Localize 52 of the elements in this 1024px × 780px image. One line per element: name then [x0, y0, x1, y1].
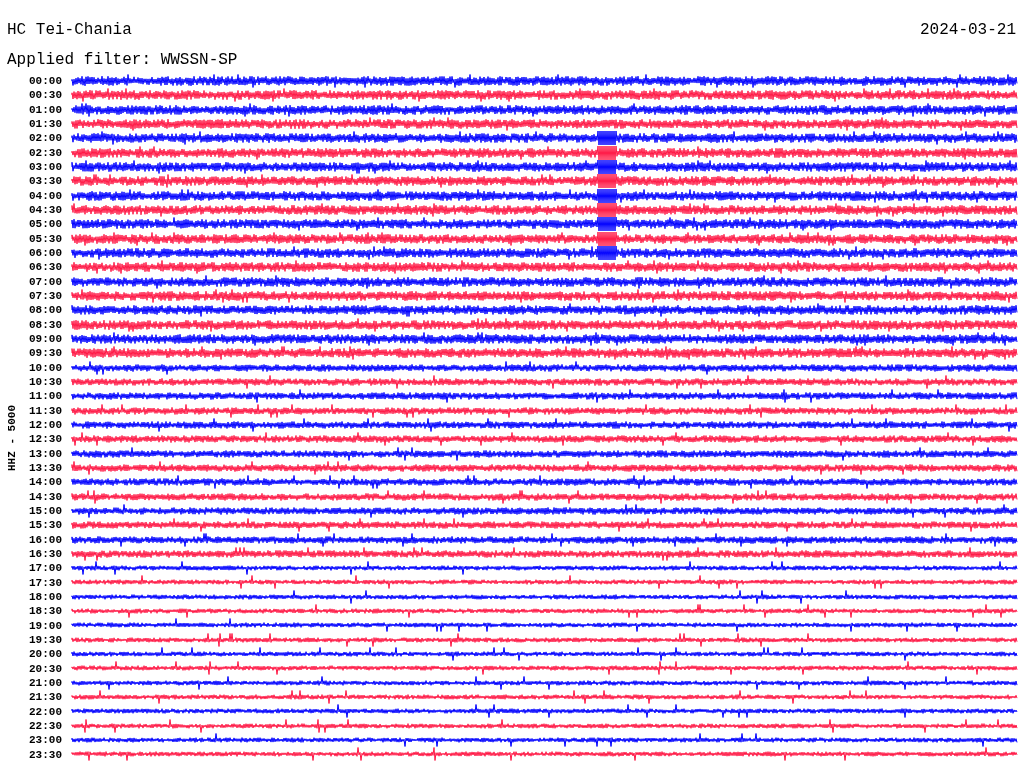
- time-label: 07:30: [28, 289, 62, 304]
- time-label: 11:30: [28, 403, 62, 418]
- time-label: 20:00: [28, 647, 62, 662]
- time-label: 23:30: [28, 747, 62, 762]
- time-label: 22:30: [28, 718, 62, 733]
- time-label: 15:00: [28, 504, 62, 518]
- time-label: 22:00: [28, 704, 62, 719]
- time-label: 16:00: [28, 532, 62, 547]
- time-label: 06:00: [28, 246, 62, 261]
- time-label: 00:30: [28, 88, 62, 103]
- time-label: 02:00: [28, 131, 62, 146]
- time-label: 08:30: [28, 317, 62, 332]
- time-label: 04:00: [28, 188, 62, 203]
- time-label: 19:30: [28, 632, 62, 647]
- time-label: 13:00: [28, 446, 62, 461]
- station-title: HC Tei-Chania: [7, 20, 132, 40]
- time-label: 03:30: [28, 174, 62, 189]
- time-label: 14:00: [28, 475, 62, 490]
- time-label: 09:00: [28, 332, 62, 347]
- time-label: 10:30: [28, 375, 62, 390]
- channel-label: HHZ - 5000: [6, 404, 18, 471]
- time-label: 18:30: [28, 604, 62, 619]
- time-label: 21:30: [28, 690, 62, 705]
- time-label: 09:30: [28, 346, 62, 361]
- time-label: 05:30: [28, 231, 62, 246]
- time-label: 02:30: [28, 145, 62, 160]
- time-label: 01:30: [28, 117, 62, 132]
- time-label: 19:00: [28, 618, 62, 633]
- time-label: 13:30: [28, 461, 62, 475]
- time-label: 20:30: [28, 661, 62, 676]
- time-label: 00:00: [28, 74, 62, 89]
- time-label: 12:00: [28, 418, 62, 433]
- filter-label: Applied filter: WWSSN-SP: [7, 51, 238, 69]
- time-label: 06:30: [28, 260, 62, 275]
- time-label: 05:00: [28, 217, 62, 232]
- time-label: 07:00: [28, 274, 62, 289]
- time-label: 17:30: [28, 575, 62, 590]
- time-label: 04:30: [28, 203, 62, 218]
- date-label: 2024-03-21: [920, 20, 1016, 40]
- time-label: 10:00: [28, 360, 62, 375]
- time-label: 21:00: [28, 675, 62, 690]
- time-label: 14:30: [28, 489, 62, 504]
- time-label: 12:30: [28, 432, 62, 447]
- time-label: 15:30: [28, 518, 62, 533]
- time-label: 01:00: [28, 102, 62, 117]
- time-label: 16:30: [28, 547, 62, 561]
- time-label: 17:00: [28, 561, 62, 576]
- time-label: 23:00: [28, 733, 62, 748]
- time-label: 18:00: [28, 589, 62, 604]
- time-label: 08:00: [28, 303, 62, 318]
- time-label: 03:00: [28, 160, 62, 175]
- time-label: 11:00: [28, 389, 62, 404]
